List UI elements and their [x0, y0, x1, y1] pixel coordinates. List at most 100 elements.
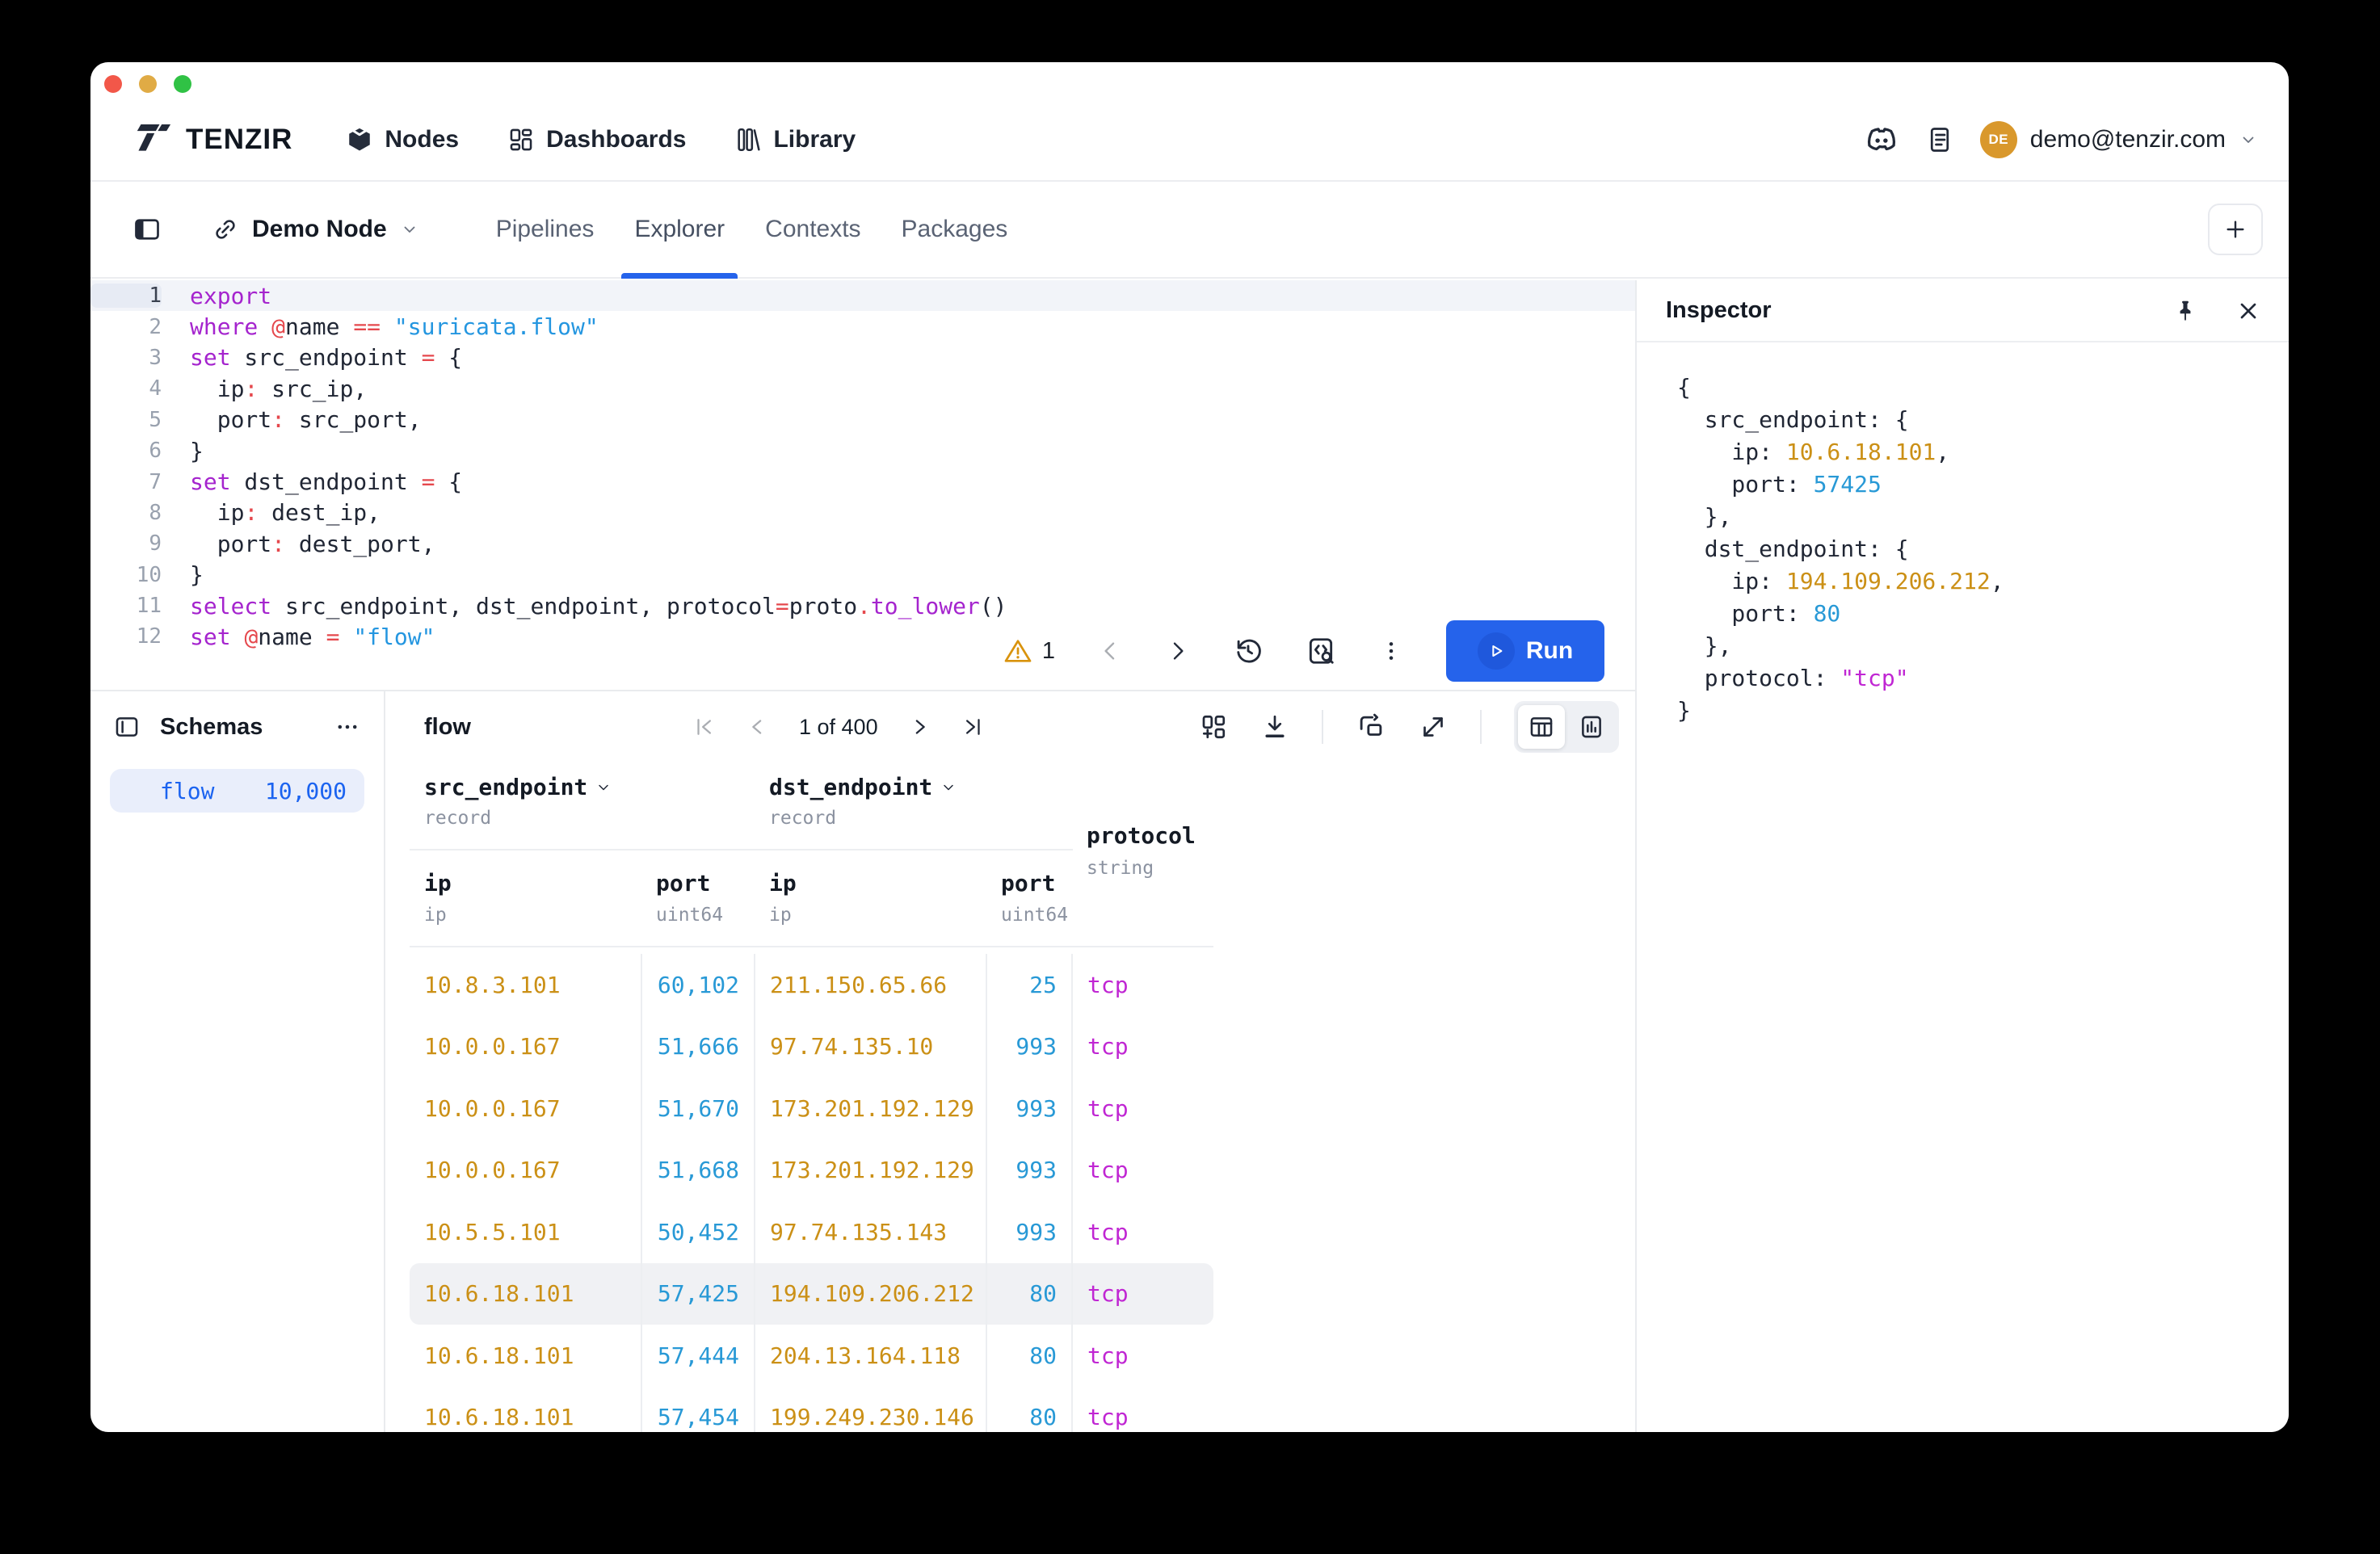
code-line-2[interactable]: 2where @name == "suricata.flow"	[90, 311, 1635, 342]
results-section: Schemas flow10,000 flow	[90, 690, 1635, 1432]
code-line-6[interactable]: 6}	[90, 435, 1635, 466]
table-cell: 173.201.192.129	[755, 1077, 987, 1140]
add-chart-button[interactable]	[1199, 712, 1228, 741]
panel-collapse-icon	[113, 713, 141, 741]
table-cell: 51,668	[642, 1140, 755, 1202]
result-schema-title: flow	[424, 714, 471, 741]
code-text: }	[162, 438, 204, 464]
expand-view-button[interactable]	[1419, 712, 1448, 741]
node-selector[interactable]: Demo Node	[212, 216, 419, 243]
schema-item-flow[interactable]: flow10,000	[110, 769, 364, 813]
schemas-title: Schemas	[160, 714, 263, 741]
schemas-menu-button[interactable]	[334, 713, 361, 741]
tenzir-brand[interactable]: TENZIR	[132, 124, 292, 156]
ellipsis-icon	[334, 713, 361, 741]
code-line-4[interactable]: 4 ip: src_ip,	[90, 373, 1635, 404]
table-row[interactable]: 10.6.18.10157,444204.13.164.11880tcp	[410, 1325, 1213, 1387]
sidebar-toggle-button[interactable]	[132, 215, 162, 244]
table-cell: 10.8.3.101	[410, 954, 642, 1016]
tenzir-logo-icon	[132, 124, 171, 155]
line-number: 6	[90, 439, 162, 463]
editor-lines: 1export2where @name == "suricata.flow"3s…	[90, 280, 1635, 653]
add-tab-button[interactable]	[2208, 204, 2263, 255]
column-src-endpoint[interactable]: src_endpoint	[424, 774, 612, 800]
tab-pipelines[interactable]: Pipelines	[476, 182, 615, 277]
table-view-button[interactable]	[1518, 705, 1565, 749]
zoom-window-button[interactable]	[174, 75, 191, 93]
table-row[interactable]: 10.0.0.16751,66697.74.135.10993tcp	[410, 1016, 1213, 1078]
close-window-button[interactable]	[104, 75, 122, 93]
table-cell: 993	[987, 1077, 1073, 1140]
table-cell: tcp	[1073, 1263, 1213, 1325]
table-row[interactable]: 10.6.18.10157,454199.249.230.14680tcp	[410, 1387, 1213, 1433]
code-line-11[interactable]: 11select src_endpoint, dst_endpoint, pro…	[90, 590, 1635, 621]
editor-toolbar: 1	[1003, 620, 1604, 682]
schemas-collapse-button[interactable]	[113, 713, 141, 741]
copy-pipeline-button[interactable]	[1356, 712, 1386, 742]
table-row[interactable]: 10.6.18.10157,425194.109.206.21280tcp	[410, 1263, 1213, 1325]
code-line-8[interactable]: 8 ip: dest_ip,	[90, 498, 1635, 528]
code-text: ip: dest_ip,	[162, 499, 381, 526]
tab-packages[interactable]: Packages	[881, 182, 1028, 277]
query-history-button[interactable]	[1233, 636, 1264, 666]
grid-add-icon	[1199, 712, 1228, 741]
code-line-3[interactable]: 3set src_endpoint = {	[90, 342, 1635, 373]
nav-label: Dashboards	[546, 126, 686, 153]
topnav-right: DE demo@tenzir.com	[1864, 121, 2258, 158]
chart-view-button[interactable]	[1568, 705, 1615, 749]
pipeline-editor[interactable]: 1export2where @name == "suricata.flow"3s…	[90, 280, 1635, 690]
table-row[interactable]: 10.5.5.10150,45297.74.135.143993tcp	[410, 1201, 1213, 1263]
json-line: }	[1677, 695, 2289, 727]
code-line-9[interactable]: 9 port: dest_port,	[90, 528, 1635, 559]
nav-nodes[interactable]: Nodes	[346, 126, 459, 153]
inspector-actions	[2172, 298, 2261, 324]
code-line-7[interactable]: 7set dst_endpoint = {	[90, 466, 1635, 497]
account-menu[interactable]: DE demo@tenzir.com	[1980, 121, 2258, 158]
run-label: Run	[1526, 637, 1573, 665]
table-cell: tcp	[1073, 954, 1213, 1016]
column-dst-endpoint[interactable]: dst_endpoint	[769, 774, 957, 800]
json-line: port: 57425	[1677, 468, 2289, 501]
line-number: 5	[90, 408, 162, 432]
run-button[interactable]: Run	[1446, 620, 1604, 682]
minimize-window-button[interactable]	[139, 75, 157, 93]
table-row[interactable]: 10.0.0.16751,668173.201.192.129993tcp	[410, 1140, 1213, 1202]
code-line-5[interactable]: 5 port: src_port,	[90, 405, 1635, 435]
nav-library[interactable]: Library	[734, 126, 856, 153]
column-protocol[interactable]: protocol	[1087, 822, 1196, 849]
node-bar: Demo Node Pipelines Explorer Contexts Pa…	[90, 182, 2289, 279]
close-inspector-button[interactable]	[2235, 298, 2261, 324]
history-forward-button[interactable]	[1165, 638, 1191, 664]
first-page-button[interactable]	[692, 715, 717, 739]
download-button[interactable]	[1260, 712, 1289, 741]
diagnostics-warning[interactable]: 1	[1003, 636, 1055, 666]
chevron-down-icon	[595, 779, 612, 796]
table-cell: 25	[987, 954, 1073, 1016]
nav-dashboards[interactable]: Dashboards	[507, 126, 686, 153]
table-row[interactable]: 10.8.3.10160,102211.150.65.6625tcp	[410, 954, 1213, 1016]
code-text: }	[162, 561, 204, 588]
tab-explorer[interactable]: Explorer	[614, 182, 745, 277]
table-cell: 10.0.0.167	[410, 1016, 642, 1078]
table-cell: 80	[987, 1387, 1073, 1433]
discord-button[interactable]	[1864, 125, 1899, 154]
table-cell: 10.6.18.101	[410, 1263, 642, 1325]
code-search-button[interactable]	[1306, 636, 1336, 666]
json-line: },	[1677, 501, 2289, 533]
chart-view-icon	[1578, 713, 1605, 741]
table-cell: tcp	[1073, 1140, 1213, 1202]
pagination: 1 of 400	[692, 691, 985, 762]
code-line-10[interactable]: 10}	[90, 560, 1635, 590]
history-back-button[interactable]	[1097, 638, 1123, 664]
table-row[interactable]: 10.0.0.16751,670173.201.192.129993tcp	[410, 1077, 1213, 1140]
code-line-1[interactable]: 1export	[90, 280, 1635, 311]
next-page-button[interactable]	[907, 715, 931, 739]
tab-contexts[interactable]: Contexts	[745, 182, 881, 277]
last-page-button[interactable]	[961, 715, 985, 739]
editor-more-button[interactable]	[1378, 638, 1404, 664]
pin-inspector-button[interactable]	[2172, 298, 2198, 324]
table-cell: 57,425	[642, 1263, 755, 1325]
previous-page-button[interactable]	[746, 715, 770, 739]
results-table-area: flow 1 of 400	[385, 691, 1635, 1432]
docs-button[interactable]	[1925, 125, 1954, 154]
